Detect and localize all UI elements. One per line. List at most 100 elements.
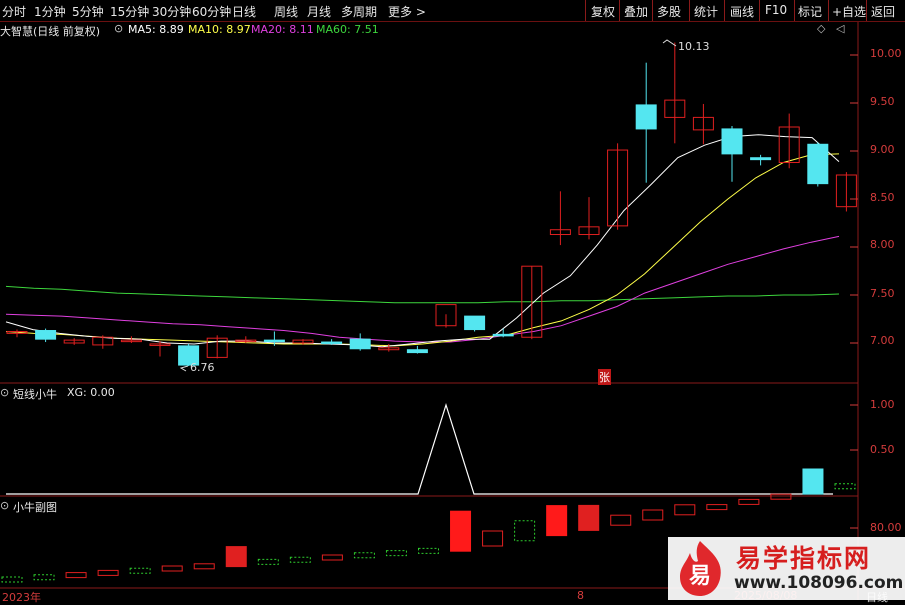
sub2-bar — [578, 504, 600, 531]
axis-price-label: 8.00 — [870, 238, 895, 251]
candle-body — [464, 315, 486, 331]
period-tab[interactable]: 分时 — [2, 3, 26, 20]
sub2-bar — [450, 510, 472, 552]
xaxis-start-label: 2023年 — [2, 591, 41, 604]
toolbar-button[interactable]: 标记 — [798, 3, 822, 20]
toolbar-divider — [759, 0, 760, 21]
toolbar-button[interactable]: 返回 — [871, 3, 895, 20]
watermark-title: 易学指标网 — [736, 544, 872, 573]
sub2-bar — [385, 550, 407, 557]
axis-price-label: 10.00 — [870, 47, 902, 60]
period-tab[interactable]: 5分钟 — [72, 3, 104, 20]
xg-signal-line — [6, 403, 833, 495]
sub2-bar — [193, 563, 215, 570]
ma60-line — [5, 285, 840, 304]
toolbar-divider — [619, 0, 620, 21]
axis-price-label: 7.50 — [870, 287, 895, 300]
sub2-settings-icon[interactable]: ⊙ — [0, 499, 9, 512]
watermark-url: www.108096.com — [734, 573, 904, 593]
toolbar-button[interactable]: 叠加 — [624, 3, 648, 20]
limit-up-badge: 张 — [598, 369, 611, 385]
sub1-value: XG: 0.00 — [67, 386, 115, 399]
sub2-bar — [1, 576, 23, 583]
toolbar-divider — [724, 0, 725, 21]
high-price-label: 10.13 — [678, 40, 710, 53]
collapse-icon[interactable]: ◁ — [836, 22, 844, 35]
chart-canvas — [0, 21, 905, 600]
period-tab[interactable]: 15分钟 — [110, 3, 149, 20]
toolbar-button[interactable]: 画线 — [730, 3, 754, 20]
low-price-label: 6.76 — [190, 361, 215, 374]
candle-body — [349, 338, 371, 350]
candle-body — [721, 128, 743, 155]
period-tab[interactable]: 月线 — [307, 3, 331, 20]
sub2-bar — [770, 493, 792, 500]
toolbar-button[interactable]: F10 — [765, 3, 787, 17]
sub2-bar — [353, 552, 375, 559]
period-tab[interactable]: 30分钟 — [152, 3, 191, 20]
sub2-title: 小牛副图 — [13, 501, 57, 514]
period-tab[interactable]: 日线 — [232, 3, 256, 20]
sub1-settings-icon[interactable]: ⊙ — [0, 386, 9, 399]
high-marker-arrow — [662, 39, 677, 47]
diamond-icon[interactable]: ◇ — [817, 22, 825, 35]
sub2-bar — [610, 514, 632, 526]
period-tab[interactable]: 60分钟 — [192, 3, 231, 20]
sub2-bar — [129, 567, 151, 574]
sub2-bar — [161, 565, 183, 572]
ma10-line — [5, 153, 840, 347]
sub2-axis-label: 80.00 — [870, 521, 902, 534]
sub2-bar — [674, 504, 696, 516]
axis-price-label: 8.50 — [870, 191, 895, 204]
toolbar-divider — [689, 0, 690, 21]
candle-body — [750, 157, 772, 161]
low-marker-arrow — [179, 365, 189, 372]
toolbar-button[interactable]: 多股 — [657, 3, 681, 20]
xaxis-mid-label: 8 — [577, 589, 584, 602]
sub2-bar — [321, 554, 343, 561]
flame-logo-icon: 易 — [680, 541, 721, 596]
period-tab[interactable]: 周线 — [274, 3, 298, 20]
candle-body — [35, 330, 57, 340]
candle-body — [263, 339, 285, 343]
logo-badge-char: 易 — [689, 564, 711, 589]
sub1-title: 短线小牛 — [13, 388, 57, 401]
toolbar-button[interactable]: 复权 — [591, 3, 615, 20]
sub2-bar — [482, 530, 504, 547]
ma5-line — [5, 134, 840, 348]
period-tab[interactable]: 更多 > — [388, 3, 426, 20]
toolbar: 分时 1分钟 5分钟 15分钟 30分钟 60分钟 日线 周线 月线 多周期 更多 > 复权 叠加 多股统… — [0, 0, 905, 22]
sub2-bar — [642, 509, 664, 521]
watermark-logo: 易 易学指标网 www.108096.com — [668, 537, 905, 600]
candle-body — [807, 143, 829, 185]
sub2-bar — [65, 572, 87, 579]
toolbar-divider — [652, 0, 653, 21]
toolbar-button[interactable]: 统计 — [694, 3, 718, 20]
period-tab[interactable]: 1分钟 — [34, 3, 66, 20]
sub2-bar — [97, 569, 119, 576]
sub2-bar — [834, 483, 856, 490]
period-tab[interactable]: 多周期 — [341, 3, 377, 20]
sub1-axis-label: 0.50 — [870, 443, 895, 456]
ma10-label: MA10: 8.97 — [188, 23, 251, 36]
toolbar-button[interactable]: +自选 — [832, 3, 866, 20]
axis-price-label: 7.00 — [870, 334, 895, 347]
axis-price-label: 9.50 — [870, 95, 895, 108]
sub2-bar — [257, 558, 279, 565]
sub2-bar — [225, 546, 247, 568]
candle-body — [492, 333, 514, 337]
toolbar-divider — [866, 0, 867, 21]
ma60-label: MA60: 7.51 — [316, 23, 379, 36]
ma5-label: MA5: 8.89 — [128, 23, 184, 36]
candle-body — [321, 341, 343, 345]
sub2-bar — [514, 520, 536, 542]
sub2-bar — [546, 505, 568, 537]
sub2-bar — [418, 547, 439, 554]
ma20-line — [5, 235, 840, 343]
candle-body — [635, 104, 657, 130]
sub1-axis-label: 1.00 — [870, 398, 895, 411]
stock-title: 大智慧(日线 前复权) — [0, 25, 101, 38]
settings-icon[interactable]: ⊙ — [114, 22, 123, 35]
toolbar-divider — [585, 0, 586, 21]
axis-price-label: 9.00 — [870, 143, 895, 156]
